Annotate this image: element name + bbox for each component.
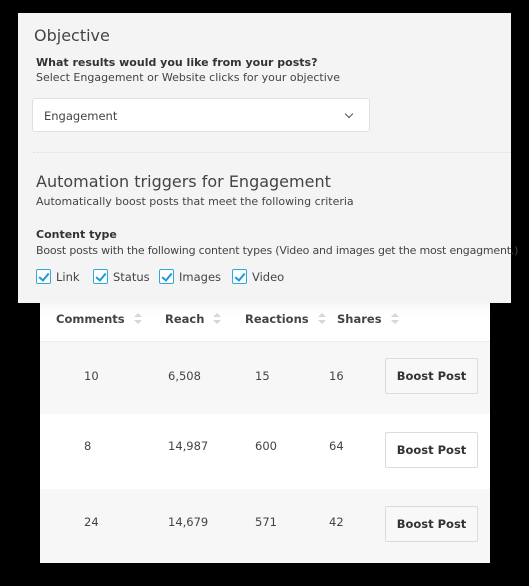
content-type-help-text: Boost posts with the following content t… xyxy=(36,244,519,257)
sort-icon xyxy=(213,313,222,325)
checkbox-label: Video xyxy=(252,269,285,284)
objective-settings-panel: Objective What results would you like fr… xyxy=(18,13,518,303)
content-type-label: Content type xyxy=(36,228,117,241)
posts-table: Comments Reach Reactions Shares 10 6,508… xyxy=(40,292,490,563)
cell-reactions: 15 xyxy=(255,369,270,383)
cell-comments: 10 xyxy=(84,369,99,383)
boost-post-button[interactable]: Boost Post xyxy=(385,358,478,394)
automation-title: Automation triggers for Engagement xyxy=(36,172,331,191)
table-row: 24 14,679 571 42 Boost Post xyxy=(40,489,490,563)
sort-icon xyxy=(317,313,326,325)
cell-reactions: 600 xyxy=(255,439,277,453)
boost-post-button[interactable]: Boost Post xyxy=(385,432,478,468)
cell-reach: 14,987 xyxy=(168,439,209,453)
checkbox-label: Status xyxy=(113,269,150,284)
chevron-down-icon xyxy=(344,109,354,119)
cell-reactions: 571 xyxy=(255,515,277,529)
cell-shares: 16 xyxy=(329,369,344,383)
cell-shares: 64 xyxy=(329,439,344,453)
checkbox-checked-icon[interactable] xyxy=(93,269,108,284)
column-label: Reach xyxy=(165,312,205,326)
cell-shares: 42 xyxy=(329,515,344,529)
checkbox-checked-icon[interactable] xyxy=(232,269,247,284)
cell-reach: 14,679 xyxy=(168,515,209,529)
checkbox-images[interactable]: Images xyxy=(159,269,221,284)
sort-icon xyxy=(133,313,142,325)
checkbox-video[interactable]: Video xyxy=(232,269,284,284)
column-label: Shares xyxy=(337,312,382,326)
boost-post-button[interactable]: Boost Post xyxy=(385,506,478,542)
cell-comments: 24 xyxy=(84,515,99,529)
checkbox-checked-icon[interactable] xyxy=(159,269,174,284)
sort-icon xyxy=(390,313,399,325)
table-row: 8 14,987 600 64 Boost Post xyxy=(40,414,490,489)
column-header-reach[interactable]: Reach xyxy=(165,312,222,326)
automation-help-text: Automatically boost posts that meet the … xyxy=(36,195,354,208)
column-label: Comments xyxy=(56,312,125,326)
checkbox-label: Link xyxy=(56,269,80,284)
objective-title: Objective xyxy=(34,26,110,45)
column-header-reactions[interactable]: Reactions xyxy=(245,312,326,326)
objective-select[interactable]: Engagement xyxy=(32,98,370,132)
objective-question: What results would you like from your po… xyxy=(36,56,318,69)
column-header-shares[interactable]: Shares xyxy=(337,312,399,326)
checkbox-checked-icon[interactable] xyxy=(36,269,51,284)
column-header-comments[interactable]: Comments xyxy=(56,312,142,326)
objective-select-value: Engagement xyxy=(44,109,118,123)
table-row: 10 6,508 15 16 Boost Post xyxy=(40,342,490,414)
objective-help-text: Select Engagement or Website clicks for … xyxy=(36,71,341,84)
column-label: Reactions xyxy=(245,312,309,326)
checkbox-status[interactable]: Status xyxy=(93,269,150,284)
cell-reach: 6,508 xyxy=(168,369,201,383)
cell-comments: 8 xyxy=(84,439,92,453)
checkbox-label: Images xyxy=(179,269,222,284)
section-divider xyxy=(33,152,511,153)
checkbox-link[interactable]: Link xyxy=(36,269,80,284)
